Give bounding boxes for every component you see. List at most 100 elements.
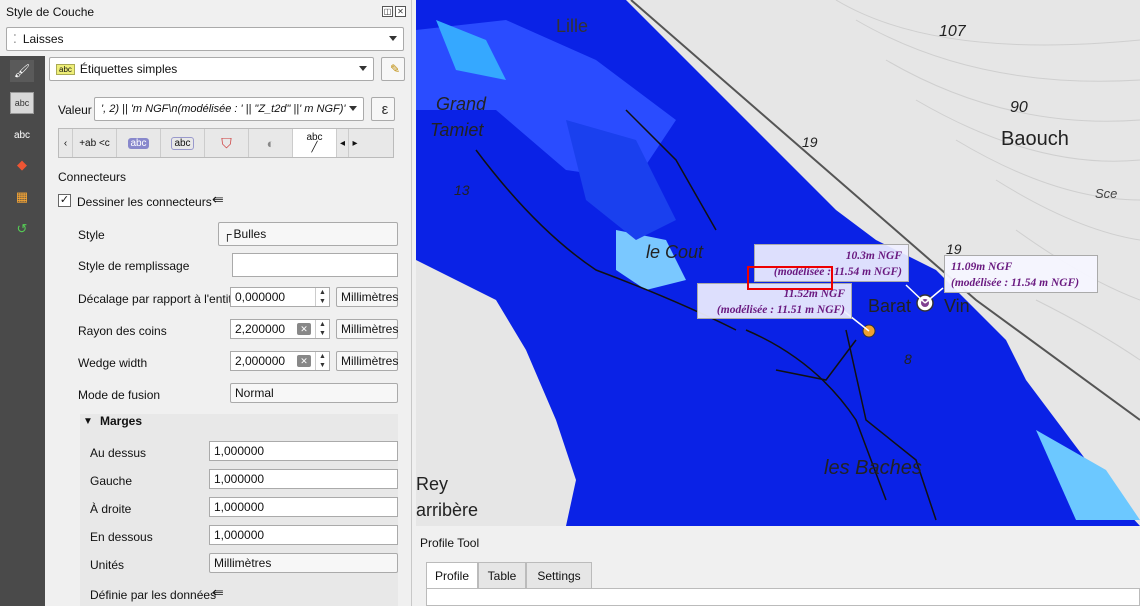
corner-radius-stepper[interactable]: ▲ ▼ (315, 320, 329, 338)
value-expression-input[interactable]: ', 2) || 'm NGF\n(modélisée : ' || "Z_t2… (94, 97, 364, 121)
panel-title: Style de Couche (6, 5, 95, 19)
profile-tool-panel: Profile Tool Profile Table Settings (416, 526, 1140, 606)
map-canvas[interactable]: Lille Grand Tamiet 13 le Cout 19 107 90 … (416, 0, 1140, 526)
margin-bottom-value: 1,000000 (214, 528, 265, 542)
tab-mask[interactable]: ⛉ (205, 129, 249, 157)
fill-style-label: Style de remplissage (78, 259, 190, 273)
wedge-units-value: Millimètres (341, 354, 399, 368)
offset-stepper[interactable]: ▲ ▼ (315, 288, 329, 306)
renderer-value: Étiquettes simples (79, 62, 178, 76)
chevron-down-icon (389, 36, 397, 41)
data-defined-label: Définie par les données (90, 588, 217, 602)
shield-icon: ⛉ (221, 134, 232, 151)
margin-right-label: À droite (90, 502, 132, 516)
fields-icon[interactable]: ▦ (10, 186, 34, 208)
wedge-width-value: 2,000000 (235, 354, 286, 368)
corner-radius-input[interactable]: 2,200000 ✕ ▲ ▼ (230, 319, 330, 339)
margins-title: Marges (100, 414, 143, 428)
float-icon[interactable]: ◫ (382, 6, 393, 17)
blend-mode-label: Mode de fusion (78, 388, 161, 402)
label-icon: abc (56, 63, 75, 75)
tab-text[interactable]: +ab <c (73, 129, 117, 157)
tab-label: Profile (434, 568, 469, 583)
corner-units-select[interactable]: Millimètres (336, 319, 398, 339)
layer-style-panel: Style de Couche ◫ ✕ ⁚ Laisses 🖌 abc abc … (0, 0, 412, 606)
tab-background[interactable]: ◐ (249, 129, 293, 157)
margin-bottom-input[interactable]: 1,000000 (209, 525, 398, 545)
place-label: arribère (416, 500, 478, 520)
callout-line: 10.3m NGF (845, 250, 902, 262)
tab-formatting[interactable]: abc (117, 129, 161, 157)
margin-top-label: Au dessus (90, 446, 147, 460)
blend-mode-value: Normal (235, 386, 274, 400)
scroll-left-icon[interactable]: ‹ (59, 129, 73, 157)
blend-mode-select[interactable]: Normal (230, 383, 398, 403)
scroll-right-arrow-icon[interactable]: ▸ (349, 129, 361, 157)
clear-icon[interactable]: ✕ (297, 355, 311, 367)
layer-select[interactable]: ⁚ Laisses (6, 27, 404, 51)
place-label: Grand (436, 94, 487, 114)
3d-view-icon[interactable]: ◆ (10, 154, 34, 176)
wedge-width-stepper[interactable]: ▲ ▼ (315, 352, 329, 370)
margin-units-value: Millimètres (214, 556, 272, 570)
collapse-arrow-icon[interactable]: ▼ (83, 416, 93, 427)
data-defined-override-icon[interactable]: ⇚ (212, 584, 224, 601)
panel-titlebar: Style de Couche ◫ ✕ (0, 0, 412, 24)
auto-label-button[interactable]: ✎ (381, 57, 405, 81)
fill-style-button[interactable] (232, 253, 398, 277)
symbology-icon[interactable]: 🖌 (10, 60, 34, 82)
offset-input[interactable]: 0,000000 ▲ ▼ (230, 287, 330, 307)
callout-line-icon: ╱ (311, 142, 318, 153)
tab-profile[interactable]: Profile (426, 562, 478, 588)
tab-buffer[interactable]: abc (161, 129, 205, 157)
labels-icon[interactable]: abc (10, 92, 34, 114)
tab-label: Settings (537, 568, 581, 583)
margin-left-input[interactable]: 1,000000 (209, 469, 398, 489)
clear-icon[interactable]: ✕ (297, 323, 311, 335)
diagrams-icon[interactable]: abc (10, 124, 34, 146)
value-expression-text: ', 2) || 'm NGF\n(modélisée : ' || "Z_t2… (101, 103, 346, 115)
tab-table[interactable]: Table (478, 562, 526, 588)
draw-connectors-label: Dessiner les connecteurs (77, 195, 212, 209)
expression-button[interactable]: ε (371, 97, 395, 121)
margin-units-select[interactable]: Millimètres (209, 553, 398, 573)
elevation-label: 90 (1010, 99, 1028, 116)
margin-units-label: Unités (90, 558, 125, 572)
scroll-left-arrow-icon[interactable]: ◂ (337, 129, 349, 157)
offset-units-select[interactable]: Millimètres (336, 287, 398, 307)
callout-label-3[interactable]: 11.09m NGF (modélisée : 11.54 m NGF) (944, 255, 1098, 293)
tab-text-label: +ab <c (79, 137, 110, 149)
corner-radius-value: 2,200000 (235, 322, 286, 336)
elevation-label: 13 (454, 182, 470, 198)
place-label: Tamiet (430, 120, 484, 140)
place-label: Barat (868, 296, 911, 316)
tab-callouts[interactable]: abc ╱ (293, 129, 337, 157)
place-label: Lille (556, 16, 588, 36)
chevron-down-icon (349, 106, 357, 111)
renderer-select[interactable]: abc Étiquettes simples (49, 57, 374, 81)
corner-units-value: Millimètres (341, 322, 399, 336)
margin-top-input[interactable]: 1,000000 (209, 441, 398, 461)
margin-bottom-label: En dessous (90, 530, 153, 544)
history-icon[interactable]: ↺ (10, 218, 34, 240)
elevation-label: 107 (939, 23, 967, 40)
wedge-width-label: Wedge width (78, 356, 148, 370)
place-label: Vin (944, 296, 970, 316)
tab-settings[interactable]: Settings (526, 562, 592, 588)
label-settings-tabs: ‹ +ab <c abc abc ⛉ ◐ abc ╱ ◂ ▸ (58, 128, 394, 158)
margin-right-input[interactable]: 1,000000 (209, 497, 398, 517)
close-icon[interactable]: ✕ (395, 6, 406, 17)
margin-left-label: Gauche (90, 474, 133, 488)
data-defined-override-icon[interactable]: ⇚ (212, 191, 224, 208)
margin-top-value: 1,000000 (214, 444, 265, 458)
elevation-label: 8 (904, 351, 912, 367)
point-layer-icon: ⁚ (13, 32, 17, 46)
wedge-units-select[interactable]: Millimètres (336, 351, 398, 371)
chevron-down-icon (359, 66, 367, 71)
callout-style-select[interactable]: ┌ Bulles (218, 222, 398, 246)
wedge-width-input[interactable]: 2,000000 ✕ ▲ ▼ (230, 351, 330, 371)
draw-connectors-checkbox[interactable]: ✓ (58, 194, 71, 207)
profile-tool-title: Profile Tool (420, 536, 480, 550)
offset-units-value: Millimètres (341, 290, 399, 304)
place-label: le Cout (646, 242, 704, 262)
